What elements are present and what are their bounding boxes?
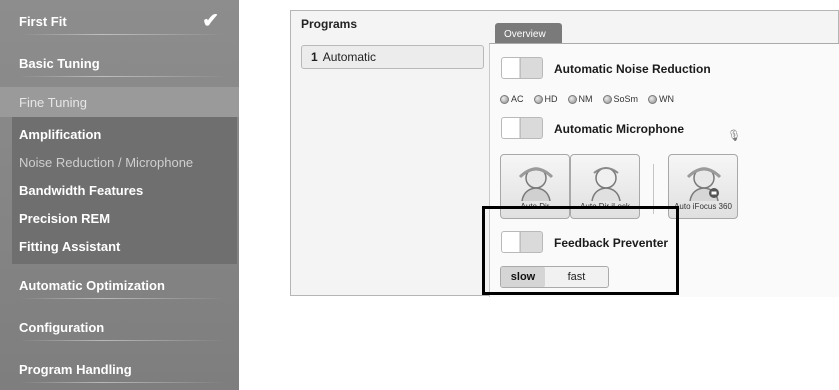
option-label: SoSm <box>613 94 639 104</box>
radio-icon <box>533 94 543 104</box>
divider <box>19 76 227 77</box>
sidebar-item-label: Configuration <box>19 319 105 335</box>
microphone-icon: 🎙 <box>727 130 741 142</box>
head-icon <box>518 167 554 202</box>
noise-reduction-toggle[interactable] <box>501 57 543 79</box>
sidebar-item-label: Fine Tuning <box>19 94 87 110</box>
checkmark-icon: ✔ <box>202 10 219 32</box>
submenu-item-precision-rem[interactable]: Precision REM <box>12 204 237 232</box>
sidebar-item-label: Basic Tuning <box>19 55 100 71</box>
noise-reduction-options: AC HD NM SoSm WN <box>500 94 674 104</box>
sidebar-item-automatic-optimization[interactable]: Automatic Optimization <box>0 264 239 306</box>
divider <box>19 34 227 35</box>
option-label: HD <box>544 94 558 104</box>
divider <box>19 298 227 299</box>
divider <box>19 340 227 341</box>
head-icon <box>686 167 722 202</box>
option-label: AC <box>511 94 524 104</box>
program-list-item[interactable]: 1 Automatic <box>301 45 484 69</box>
program-number: 1 <box>311 50 318 64</box>
sidebar-item-label: First Fit <box>19 13 67 29</box>
option-ac[interactable]: AC <box>500 94 524 104</box>
sidebar-item-label: Program Handling <box>19 361 132 377</box>
programs-title: Programs <box>301 17 358 31</box>
tab-overview[interactable]: Overview <box>495 23 562 43</box>
sidebar-item-first-fit[interactable]: First Fit ✔ <box>0 0 239 42</box>
sidebar-item-basic-tuning[interactable]: Basic Tuning <box>0 42 239 84</box>
noise-reduction-label: Automatic Noise Reduction <box>554 62 711 76</box>
sidebar-item-program-handling[interactable]: Program Handling <box>0 348 239 390</box>
option-label: WN <box>659 94 675 104</box>
mode-caption: Auto iFocus 360 <box>674 202 732 211</box>
submenu-item-bandwidth-features[interactable]: Bandwidth Features <box>12 176 237 204</box>
option-hd[interactable]: HD <box>533 94 558 104</box>
option-label: NM <box>578 94 593 104</box>
fine-tuning-submenu: Amplification Noise Reduction / Micropho… <box>12 117 237 264</box>
option-wn[interactable]: WN <box>648 94 674 104</box>
option-nm[interactable]: NM <box>567 94 593 104</box>
sidebar-item-label: Automatic Optimization <box>19 277 165 293</box>
sidebar-item-configuration[interactable]: Configuration <box>0 306 239 348</box>
head-icon <box>591 167 621 202</box>
program-name: Automatic <box>322 50 377 64</box>
microphone-label: Automatic Microphone <box>554 122 685 136</box>
highlight-box <box>482 206 679 295</box>
option-sosm[interactable]: SoSm <box>602 94 639 104</box>
sidebar: First Fit ✔ Basic Tuning Fine Tuning Amp… <box>0 0 239 390</box>
microphone-toggle[interactable] <box>501 117 543 139</box>
divider <box>19 382 227 383</box>
radio-icon <box>500 94 509 104</box>
radio-icon <box>648 94 658 104</box>
submenu-item-noise-reduction-microphone[interactable]: Noise Reduction / Microphone <box>12 148 237 176</box>
submenu-item-fitting-assistant[interactable]: Fitting Assistant <box>12 232 237 260</box>
submenu-item-amplification[interactable]: Amplification <box>12 120 237 148</box>
radio-icon <box>602 94 612 104</box>
radio-icon <box>567 94 577 104</box>
sidebar-item-fine-tuning[interactable]: Fine Tuning <box>0 87 239 117</box>
